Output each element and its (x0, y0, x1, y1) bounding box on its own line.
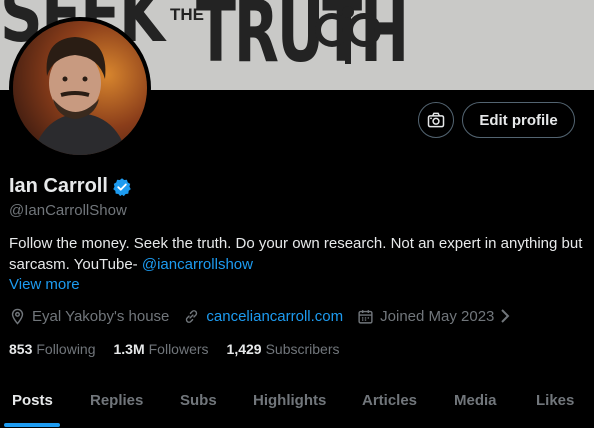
location-item: Eyal Yakoby's house (9, 308, 169, 325)
profile-stats: 853 Following 1.3M Followers 1,429 Subscrib… (9, 341, 358, 357)
active-tab-indicator (4, 423, 60, 427)
tab-highlights[interactable]: Highlights (253, 392, 326, 409)
joined-text: Joined May 2023 (380, 307, 495, 325)
tab-media[interactable]: Media (454, 392, 497, 409)
website-item: canceliancarroll.com (183, 308, 343, 325)
tab-articles[interactable]: Articles (362, 392, 417, 409)
followers-stat[interactable]: 1.3M Followers (114, 341, 209, 357)
subscribers-label: Subscribers (265, 341, 340, 357)
tab-likes[interactable]: Likes (536, 392, 574, 409)
subscribers-stat[interactable]: 1,429 Subscribers (227, 341, 340, 357)
profile-bio: Follow the money. Seek the truth. Do you… (9, 233, 589, 275)
location-text: Eyal Yakoby's house (32, 307, 170, 325)
following-count: 853 (9, 341, 33, 357)
view-camera-button[interactable] (418, 102, 454, 138)
following-stat[interactable]: 853 Following (9, 341, 96, 357)
profile-meta: Eyal Yakoby's house canceliancarroll.com… (9, 305, 530, 327)
chevron-right-icon (501, 309, 510, 323)
profile-name-row: Ian Carroll (9, 175, 132, 198)
avatar[interactable] (9, 17, 151, 159)
followers-label: Followers (148, 341, 209, 357)
joined-item[interactable]: Joined May 2023 (357, 308, 516, 325)
tab-replies[interactable]: Replies (90, 392, 143, 409)
profile-name: Ian Carroll (9, 175, 108, 197)
location-pin-icon (11, 308, 24, 325)
following-label: Following (36, 341, 96, 357)
edit-profile-button[interactable]: Edit profile (462, 102, 575, 138)
camera-icon (427, 112, 445, 128)
bio-text: Follow the money. Seek the truth. Do you… (9, 235, 583, 273)
avatar-image (13, 21, 147, 155)
verified-badge-icon[interactable] (112, 177, 132, 197)
followers-count: 1.3M (113, 341, 145, 357)
website-link[interactable]: canceliancarroll.com (206, 308, 343, 325)
tab-posts[interactable]: Posts (12, 392, 53, 409)
profile-tabs: Posts Replies Subs Highlights Articles M… (0, 380, 594, 428)
tab-subs[interactable]: Subs (180, 392, 217, 409)
subscribers-count: 1,429 (226, 341, 262, 357)
bio-youtube-link[interactable]: @iancarrollshow (142, 256, 253, 273)
link-icon (186, 309, 198, 323)
banner-logo-icon (315, 4, 381, 64)
view-more-link[interactable]: View more (9, 276, 80, 293)
calendar-icon (358, 309, 373, 324)
profile-handle: @IanCarrollShow (9, 202, 127, 219)
